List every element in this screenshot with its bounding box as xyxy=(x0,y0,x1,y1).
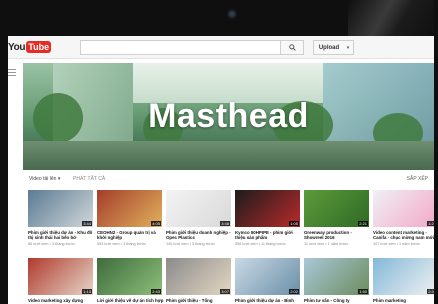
video-title[interactable]: Phim giới thiệu - Tổng xyxy=(166,298,234,303)
video-meta: 85 lượt xem • 3 tháng trước xyxy=(28,242,75,246)
video-meta: 145 lượt xem • 3 tháng trước xyxy=(166,242,215,246)
upload-button[interactable]: Upload xyxy=(313,40,345,55)
video-meta: 107 lượt xem • 1 năm trước xyxy=(373,242,420,246)
video-title[interactable]: Video content marketing - Canifa - chục … xyxy=(373,230,434,240)
uploads-dropdown[interactable]: Video tải lên ▾ xyxy=(29,176,60,182)
video-thumbnail[interactable]: 3:07 xyxy=(166,258,231,295)
video-title[interactable]: Video marketing xây dựng xyxy=(28,298,96,303)
video-duration: 1:22 xyxy=(427,221,434,226)
video-title[interactable]: Kymco 50HPIPE - phim giới thiệu sản phẩm xyxy=(235,230,303,240)
video-duration: 2:31 xyxy=(427,289,434,294)
youtube-header: You Tube Upload ▾ xyxy=(8,36,434,59)
video-thumbnail[interactable]: 1:22 xyxy=(373,190,434,227)
video-thumbnail[interactable]: 4:05 xyxy=(97,190,162,227)
video-meta: 356 lượt xem • 11 tháng trước xyxy=(235,242,286,246)
video-thumbnail[interactable]: 1:50 xyxy=(304,258,369,295)
video-title[interactable]: CEOHN2 - Group quản trị và khởi nghiệp xyxy=(97,230,165,240)
upload-dropdown-caret[interactable]: ▾ xyxy=(343,40,354,55)
video-thumbnail[interactable]: 2:21 xyxy=(304,190,369,227)
webcam-icon xyxy=(229,11,235,17)
video-title[interactable]: Phim giới thiệu doanh nghiệp - Opec Plas… xyxy=(166,230,234,240)
search-icon xyxy=(288,44,296,51)
video-duration: 2:21 xyxy=(358,221,368,226)
video-meta: 11 lượt xem • 1 năm trước xyxy=(304,242,349,246)
banner-floor xyxy=(23,141,434,170)
logo-tube-text: Tube xyxy=(26,41,52,53)
logo-you-text: You xyxy=(8,41,26,53)
video-title[interactable]: Phim giới thiệu dự án - Khu đô thị sinh … xyxy=(28,230,96,240)
video-duration: 3:07 xyxy=(220,289,230,294)
video-title[interactable]: Lời giới thiệu về dự án tích hợp xyxy=(97,298,165,303)
video-duration: 1:05 xyxy=(289,221,299,226)
video-title[interactable]: Phim giới thiệu dự án - Bình xyxy=(235,298,303,303)
youtube-logo[interactable]: You Tube xyxy=(8,41,52,53)
video-duration: 4:05 xyxy=(151,221,161,226)
video-duration: 1:50 xyxy=(358,289,368,294)
play-all-link[interactable]: PHÁT TẤT CẢ xyxy=(73,176,105,182)
browser-screen: You Tube Upload ▾ Masthead Video tải lên… xyxy=(8,36,434,304)
hamburger-menu-icon[interactable] xyxy=(8,69,16,77)
video-duration: 2:02 xyxy=(289,289,299,294)
video-thumbnail[interactable]: 2:43 xyxy=(97,258,162,295)
sort-button[interactable]: SẮP XẾP xyxy=(407,176,428,182)
video-thumbnail[interactable]: 1:05 xyxy=(235,190,300,227)
video-thumbnail[interactable]: 1:13 xyxy=(28,258,93,295)
video-thumbnail[interactable]: 3:44 xyxy=(28,190,93,227)
screen-glare xyxy=(348,0,438,36)
video-duration: 3:48 xyxy=(220,221,230,226)
video-thumbnail[interactable]: 3:48 xyxy=(166,190,231,227)
video-duration: 2:43 xyxy=(151,289,161,294)
search-button[interactable] xyxy=(280,40,304,55)
laptop-bezel-left xyxy=(0,0,8,304)
video-title[interactable]: Greenway production - Showreel 2016 xyxy=(304,230,372,240)
search-input[interactable] xyxy=(80,40,282,55)
laptop-bezel-right xyxy=(434,0,438,304)
video-duration: 1:13 xyxy=(82,289,92,294)
uploads-toolbar: Video tải lên ▾ PHÁT TẤT CẢ SẮP XẾP xyxy=(23,174,434,184)
video-thumbnail[interactable]: 2:02 xyxy=(235,258,300,295)
channel-masthead-banner: Masthead xyxy=(23,63,434,170)
masthead-title: Masthead xyxy=(148,97,309,135)
video-title[interactable]: Phim marketing xyxy=(373,298,434,303)
video-title[interactable]: Phim tư vấn - Công ty xyxy=(304,298,372,303)
video-duration: 3:44 xyxy=(82,221,92,226)
video-meta: 553 lượt xem • 3 tháng trước xyxy=(97,242,146,246)
video-thumbnail[interactable]: 2:31 xyxy=(373,258,434,295)
